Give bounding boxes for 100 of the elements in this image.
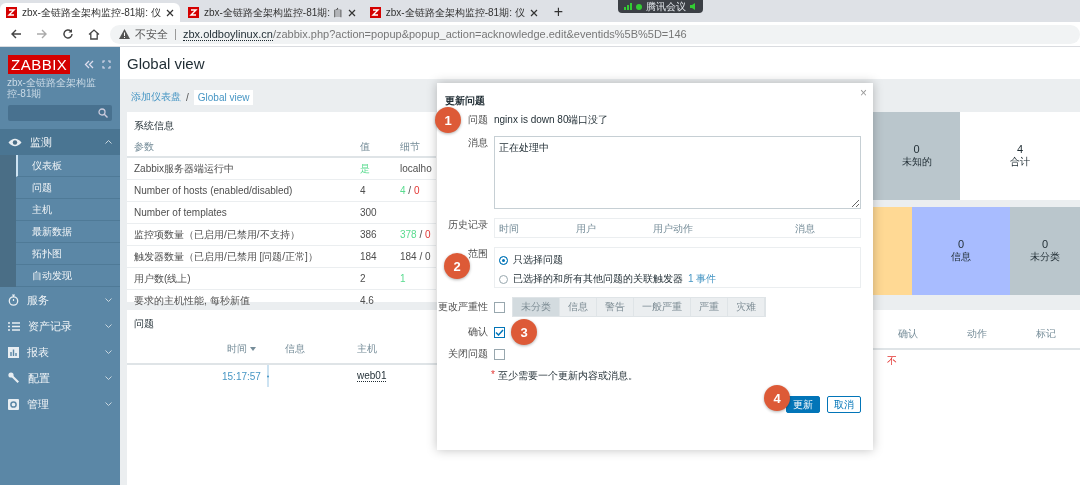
warning-icon xyxy=(119,29,130,39)
menu-item[interactable]: 配置 xyxy=(0,365,120,391)
table-cell-text: Number of templates xyxy=(134,207,228,218)
column-header: 参数 xyxy=(134,139,155,154)
option-label: 只选择问题 xyxy=(513,253,563,267)
table-cell: 1 xyxy=(400,273,406,284)
close-button[interactable]: × xyxy=(860,86,867,113)
gear-icon xyxy=(8,398,19,410)
kiosk-mode-icon[interactable] xyxy=(102,60,112,69)
zabbix-logo[interactable]: ZABBIX xyxy=(8,55,71,74)
message-field[interactable]: 正在处理中 xyxy=(494,136,861,209)
address-field[interactable]: 不安全 zbx.oldboylinux.cn/zabbix.php?action=popup&popup_action=acknowledge.edit&eventids%5B%5D=146 xyxy=(110,24,1080,44)
submenu-item[interactable]: 仪表板 xyxy=(16,155,120,177)
close-icon[interactable] xyxy=(165,8,174,17)
submenu-item[interactable]: 拓扑图 xyxy=(16,243,120,265)
forward-icon[interactable] xyxy=(36,28,48,40)
submenu-item[interactable]: 自动发现 xyxy=(16,265,120,287)
table-cell-text: Zabbix服务器端运行中 xyxy=(134,161,235,176)
field-label: 范围 xyxy=(468,247,488,261)
page-title: Global view xyxy=(127,54,205,72)
radio-button[interactable] xyxy=(499,274,508,284)
cancel-button[interactable]: 取消 xyxy=(827,396,861,413)
stopwatch-icon xyxy=(8,294,19,306)
column-header[interactable]: 标记 xyxy=(1035,327,1056,341)
required-mark: * xyxy=(491,369,495,382)
close-icon[interactable] xyxy=(529,8,538,17)
severity-tile[interactable] xyxy=(873,207,912,295)
meeting-indicator[interactable]: 腾讯会议 xyxy=(618,0,703,13)
bar-chart-icon xyxy=(8,346,19,358)
menu-item[interactable]: 管理 xyxy=(0,391,120,417)
severity-tile[interactable]: 0 未分类 xyxy=(1010,207,1080,295)
column-header: 值 xyxy=(360,139,371,154)
submenu-item[interactable]: 主机 xyxy=(16,199,120,221)
chevron-icon xyxy=(105,350,112,354)
wrench-icon xyxy=(8,372,20,384)
table-cell: 184 / 0 xyxy=(400,251,431,262)
problem-name: nginx is down 80端口没了 xyxy=(494,113,609,127)
table-cell-text: 4.6 xyxy=(360,295,375,306)
menu-item[interactable]: 资产记录 xyxy=(0,313,120,339)
table-cell-text: 4 xyxy=(360,185,367,196)
ack-link[interactable]: 不 xyxy=(887,354,897,368)
submenu-item[interactable]: 问题 xyxy=(16,177,120,199)
menu-item[interactable]: 服务 xyxy=(0,287,120,313)
table-cell: 4 / 0 xyxy=(400,185,420,196)
hint-text: 至少需要一个更新内容或消息。 xyxy=(497,369,638,383)
back-icon[interactable] xyxy=(10,28,22,40)
column-header[interactable]: 确认 xyxy=(897,327,918,341)
field-label: 历史记录 xyxy=(448,218,488,232)
submenu-item[interactable]: 最新数据 xyxy=(16,221,120,243)
reload-icon[interactable] xyxy=(62,28,74,40)
table-cell-text: 用户数(线上) xyxy=(134,271,192,286)
time-link[interactable]: 15:17:57 xyxy=(222,370,261,382)
breadcrumb-link[interactable]: 添加仪表盘 xyxy=(131,90,181,104)
menu-item[interactable]: 监测 xyxy=(0,129,120,155)
signal-icon xyxy=(624,3,632,10)
chevron-icon xyxy=(105,376,112,380)
browser-tab[interactable]: zbx-全链路全架构监控-81期: 仪 xyxy=(363,3,544,22)
server-name: zbx-全链路全架构监控-81期 xyxy=(6,76,97,99)
table-cell-text: 触发器数量（已启用/已禁用 [问题/正常]） xyxy=(134,249,319,264)
widget-title: 问题 xyxy=(134,317,154,331)
field-label: 确认 xyxy=(468,325,488,339)
checkbox[interactable] xyxy=(494,326,505,338)
chevron-icon xyxy=(105,324,112,328)
status-tile[interactable]: 4 合计 xyxy=(960,112,1080,200)
column-header: 用户 xyxy=(576,222,596,236)
zabbix-favicon-icon xyxy=(6,7,17,18)
update-button[interactable]: 更新 xyxy=(786,396,820,413)
column-header[interactable]: 动作 xyxy=(966,327,987,341)
field-label: 更改严重性 xyxy=(438,300,488,314)
table-cell-text: 184 xyxy=(360,251,378,262)
browser-tab[interactable]: zbx-全链路全架构监控-81期: 自 xyxy=(181,3,362,22)
close-icon[interactable] xyxy=(347,8,356,17)
radio-button[interactable] xyxy=(499,255,508,265)
severity-tile[interactable]: 0 信息 xyxy=(912,207,1010,295)
sort-down-icon xyxy=(250,347,256,351)
checkbox[interactable] xyxy=(494,348,505,360)
security-label: 不安全 xyxy=(135,26,168,42)
column-header: 用户动作 xyxy=(653,222,693,236)
collapse-icon[interactable] xyxy=(84,60,95,69)
column-header[interactable]: 主机 xyxy=(357,342,377,356)
column-header[interactable]: 信息 xyxy=(285,342,305,356)
table-cell-text: 监控项数量（已启用/已禁用/不支持） xyxy=(134,227,301,242)
field-label: 关闭问题 xyxy=(448,347,488,361)
status-tile[interactable]: 0 未知的 xyxy=(873,112,960,200)
host-link[interactable]: web01 xyxy=(357,370,387,382)
field-label: 问题 xyxy=(468,113,488,127)
url-text: zbx.oldboylinux.cn/zabbix.php?action=popup&popup_action=acknowledge.edit&eventids%5B%5D=146 xyxy=(183,28,687,40)
breadcrumb-link[interactable]: Global view xyxy=(193,89,254,105)
table-cell-text: 300 xyxy=(360,207,378,218)
table-cell-text: Number of hosts (enabled/disabled) xyxy=(134,185,294,196)
home-icon[interactable] xyxy=(88,28,100,40)
search-field[interactable] xyxy=(8,105,112,121)
menu-item[interactable]: 报表 xyxy=(0,339,120,365)
browser-tab[interactable]: zbx-全链路全架构监控-81期: 仪 xyxy=(0,3,180,22)
chevron-icon xyxy=(105,140,112,144)
events-link[interactable]: 1 事件 xyxy=(688,272,717,286)
column-header[interactable]: 时间 xyxy=(227,342,256,356)
new-tab-button[interactable]: + xyxy=(553,3,564,21)
table-cell: 378 / 0 xyxy=(400,229,431,240)
dialog-title: 更新问题 xyxy=(445,94,485,108)
